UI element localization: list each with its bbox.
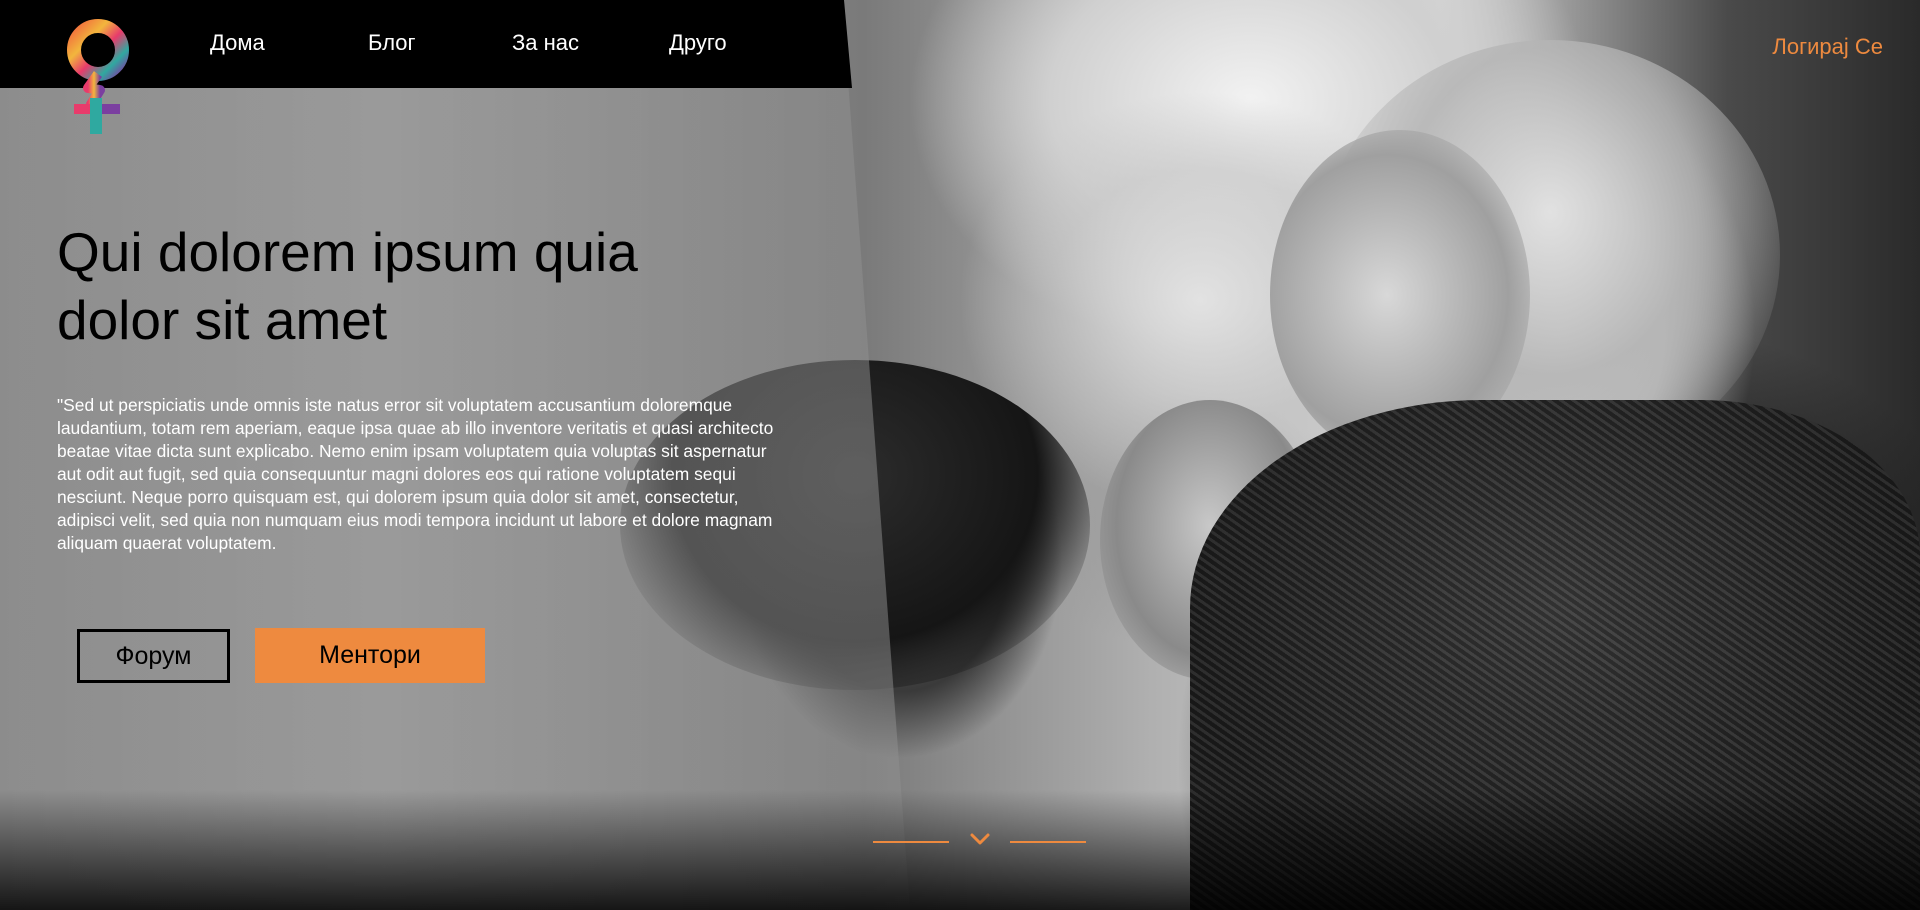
hero-section: Дома Блог За нас Друго Логирај Се Qui do…: [0, 0, 1920, 910]
divider-line: [1010, 841, 1086, 843]
nav-link-about[interactable]: За нас: [512, 30, 579, 56]
mentors-button[interactable]: Ментори: [255, 628, 485, 683]
scroll-indicator: [873, 830, 1086, 854]
forum-button[interactable]: Форум: [77, 629, 230, 683]
hero-headline: Qui dolorem ipsum quia dolor sit amet: [57, 221, 638, 351]
hero-paragraph: "Sed ut perspiciatis unde omnis iste nat…: [57, 395, 774, 553]
chevron-down-icon[interactable]: [969, 830, 991, 850]
venus-symbol-logo[interactable]: [58, 18, 138, 138]
divider-line: [873, 841, 949, 843]
login-link[interactable]: Логирај Се: [1772, 34, 1883, 60]
nav-link-other[interactable]: Друго: [669, 30, 727, 56]
nav-link-blog[interactable]: Блог: [368, 30, 416, 56]
nav-link-home[interactable]: Дома: [210, 30, 265, 56]
